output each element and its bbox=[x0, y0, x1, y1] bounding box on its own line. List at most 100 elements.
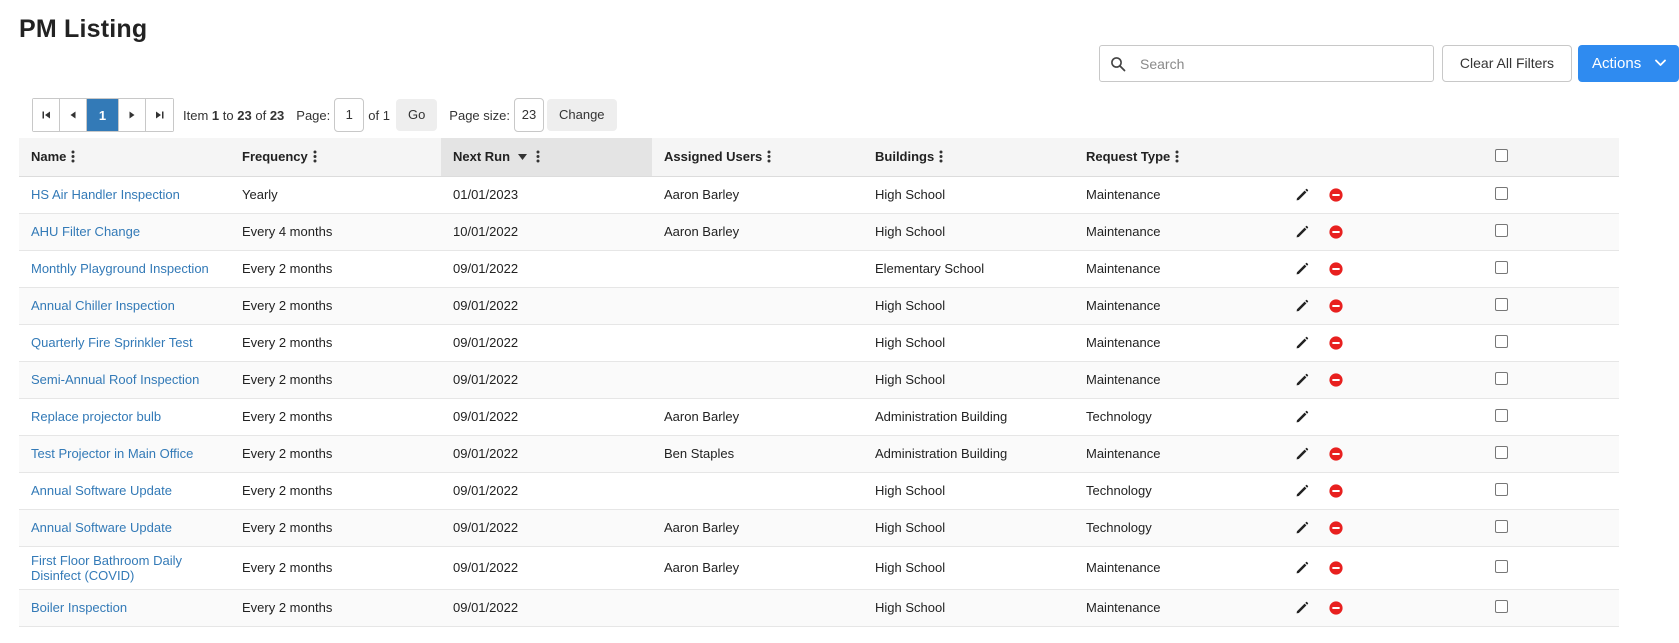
cell-select bbox=[1495, 176, 1619, 214]
column-menu-icon[interactable] bbox=[313, 150, 317, 163]
column-menu-icon[interactable] bbox=[71, 150, 75, 163]
delete-icon[interactable] bbox=[1329, 224, 1343, 239]
pencil-icon[interactable] bbox=[1295, 601, 1309, 615]
row-checkbox[interactable] bbox=[1495, 599, 1508, 613]
cell-actions bbox=[1285, 361, 1495, 399]
pm-name-link[interactable]: Test Projector in Main Office bbox=[31, 446, 193, 461]
cell-actions bbox=[1285, 213, 1495, 251]
actions-button-label: Actions bbox=[1592, 55, 1642, 72]
change-button[interactable]: Change bbox=[547, 99, 617, 131]
pencil-icon[interactable] bbox=[1295, 299, 1309, 313]
delete-icon[interactable] bbox=[1329, 335, 1343, 350]
pencil-icon[interactable] bbox=[1295, 262, 1309, 276]
page-size-input[interactable]: 23 bbox=[514, 98, 544, 132]
table-row: Annual Software Update Every 2 months 09… bbox=[19, 472, 1619, 510]
row-checkbox[interactable] bbox=[1495, 223, 1508, 237]
delete-icon[interactable] bbox=[1329, 600, 1343, 615]
cell-building: Elementary School bbox=[863, 250, 1074, 288]
cell-actions bbox=[1285, 472, 1495, 510]
pencil-icon[interactable] bbox=[1295, 521, 1309, 535]
column-menu-icon[interactable] bbox=[1175, 150, 1179, 163]
prev-page-button[interactable] bbox=[60, 99, 87, 131]
clear-all-filters-button[interactable]: Clear All Filters bbox=[1442, 45, 1572, 82]
column-menu-icon[interactable] bbox=[536, 150, 540, 163]
column-header-name[interactable]: Name bbox=[19, 138, 230, 177]
go-button[interactable]: Go bbox=[395, 99, 438, 131]
column-header-assigned-users[interactable]: Assigned Users bbox=[652, 138, 863, 177]
pencil-icon[interactable] bbox=[1295, 447, 1309, 461]
pm-name-link[interactable]: Semi-Annual Roof Inspection bbox=[31, 372, 199, 387]
column-header-buildings[interactable]: Buildings bbox=[863, 138, 1074, 177]
pm-name-link[interactable]: Annual Software Update bbox=[31, 520, 172, 535]
row-checkbox[interactable] bbox=[1495, 519, 1508, 533]
pm-name-link[interactable]: HS Air Handler Inspection bbox=[31, 187, 180, 202]
cell-name: HS Air Handler Inspection bbox=[19, 176, 230, 214]
table-header-row: Name Frequency Next Run Assigned Users B… bbox=[19, 138, 1619, 177]
pencil-icon[interactable] bbox=[1295, 336, 1309, 350]
column-header-next-run[interactable]: Next Run bbox=[441, 138, 652, 177]
sort-descending-icon bbox=[518, 153, 528, 160]
cell-frequency: Every 2 months bbox=[230, 287, 441, 325]
row-checkbox[interactable] bbox=[1495, 297, 1508, 311]
cell-request-type: Technology bbox=[1074, 398, 1285, 436]
pm-name-link[interactable]: Annual Chiller Inspection bbox=[31, 298, 175, 313]
pm-name-link[interactable]: Annual Software Update bbox=[31, 483, 172, 498]
pm-name-link[interactable]: Monthly Playground Inspection bbox=[31, 261, 209, 276]
delete-icon[interactable] bbox=[1329, 520, 1343, 535]
search-input[interactable] bbox=[1140, 46, 1425, 81]
cell-frequency: Every 2 months bbox=[230, 250, 441, 288]
row-checkbox[interactable] bbox=[1495, 334, 1508, 348]
pm-name-link[interactable]: First Floor Bathroom Daily Disinfect (CO… bbox=[31, 553, 182, 583]
cell-name: First Floor Bathroom Daily Disinfect (CO… bbox=[19, 546, 230, 590]
cell-select bbox=[1495, 589, 1619, 627]
delete-icon[interactable] bbox=[1329, 483, 1343, 498]
delete-icon[interactable] bbox=[1329, 261, 1343, 276]
page-number-input[interactable]: 1 bbox=[334, 98, 365, 132]
pm-name-link[interactable]: Replace projector bulb bbox=[31, 409, 161, 424]
row-checkbox[interactable] bbox=[1495, 482, 1508, 496]
next-page-button[interactable] bbox=[119, 99, 146, 131]
cell-next-run: 09/01/2022 bbox=[441, 435, 652, 473]
row-checkbox[interactable] bbox=[1495, 408, 1508, 422]
cell-next-run: 09/01/2022 bbox=[441, 287, 652, 325]
first-page-button[interactable] bbox=[33, 99, 60, 131]
pager-nav: 1 bbox=[32, 98, 174, 132]
column-menu-icon[interactable] bbox=[767, 150, 771, 163]
column-header-frequency[interactable]: Frequency bbox=[230, 138, 441, 177]
pm-name-link[interactable]: Quarterly Fire Sprinkler Test bbox=[31, 335, 193, 350]
cell-building: High School bbox=[863, 509, 1074, 547]
last-page-button[interactable] bbox=[146, 99, 173, 131]
pm-name-link[interactable]: AHU Filter Change bbox=[31, 224, 140, 239]
pencil-icon[interactable] bbox=[1295, 561, 1309, 575]
row-checkbox[interactable] bbox=[1495, 371, 1508, 385]
column-header-request-type[interactable]: Request Type bbox=[1074, 138, 1285, 177]
row-checkbox[interactable] bbox=[1495, 445, 1508, 459]
row-checkbox[interactable] bbox=[1495, 260, 1508, 274]
pencil-icon[interactable] bbox=[1295, 410, 1309, 424]
table-row: Boiler Inspection Every 2 months 09/01/2… bbox=[19, 589, 1619, 627]
delete-icon[interactable] bbox=[1329, 446, 1343, 461]
pencil-icon[interactable] bbox=[1295, 225, 1309, 239]
select-all-checkbox[interactable] bbox=[1495, 148, 1508, 162]
actions-button[interactable]: Actions bbox=[1578, 45, 1679, 82]
pm-name-link[interactable]: Boiler Inspection bbox=[31, 600, 127, 615]
delete-icon[interactable] bbox=[1329, 560, 1343, 575]
search-box[interactable] bbox=[1099, 45, 1434, 82]
page-1-button[interactable]: 1 bbox=[87, 99, 119, 131]
column-menu-icon[interactable] bbox=[939, 150, 943, 163]
cell-frequency: Every 2 months bbox=[230, 546, 441, 590]
delete-icon[interactable] bbox=[1329, 372, 1343, 387]
pencil-icon[interactable] bbox=[1295, 188, 1309, 202]
cell-frequency: Every 2 months bbox=[230, 435, 441, 473]
row-checkbox[interactable] bbox=[1495, 559, 1508, 573]
row-checkbox[interactable] bbox=[1495, 186, 1508, 200]
delete-icon[interactable] bbox=[1329, 298, 1343, 313]
cell-request-type: Maintenance bbox=[1074, 435, 1285, 473]
pencil-icon[interactable] bbox=[1295, 373, 1309, 387]
cell-request-type: Technology bbox=[1074, 509, 1285, 547]
pencil-icon[interactable] bbox=[1295, 484, 1309, 498]
column-header-actions bbox=[1285, 138, 1495, 177]
cell-actions bbox=[1285, 250, 1495, 288]
cell-assigned-users: Aaron Barley bbox=[652, 176, 863, 214]
delete-icon[interactable] bbox=[1329, 187, 1343, 202]
